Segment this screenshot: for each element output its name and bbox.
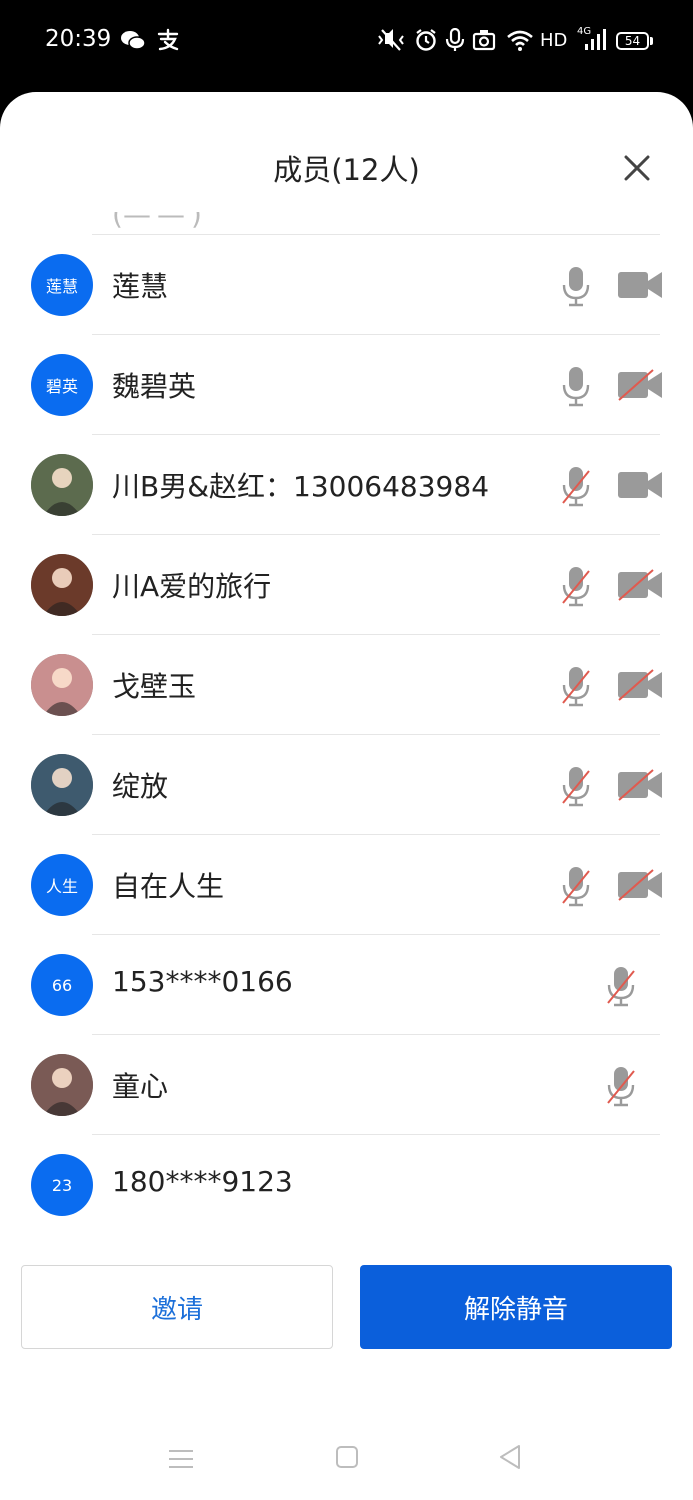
member-row[interactable]: 川B男&赵红：13006483984 [0,435,693,535]
menu-icon[interactable] [168,1448,194,1470]
avatar-initials: 66 [51,975,73,995]
alarm-icon [416,29,436,51]
back-icon[interactable] [497,1444,523,1470]
avatar [31,454,93,516]
mic-icon[interactable] [561,265,591,307]
sheet-title: 成员(12人) [273,153,420,187]
member-name: 莲慧 [112,270,169,303]
status-time: 20:39 [45,26,112,52]
mic-muted-icon[interactable] [561,665,591,707]
avatar-initials: 莲慧 [45,277,78,296]
camera-icon[interactable] [617,269,663,301]
camera-off-icon[interactable] [617,669,663,701]
network-label: HD [540,30,568,51]
camera-icon [472,30,496,51]
avatar [31,554,93,616]
alipay-icon [157,28,179,51]
close-icon [624,155,650,181]
avatar-initials: 人生 [45,877,78,896]
close-button[interactable] [616,147,658,189]
member-row[interactable]: 碧英 魏碧英 [0,335,693,435]
member-row[interactable]: 童心 [0,1035,693,1135]
member-name: 180****9123 [112,1165,293,1198]
member-row[interactable]: 23 180****9123 [0,1135,693,1232]
vibrate-icon [378,29,404,51]
member-list[interactable]: (——) 莲慧 莲慧碧英 魏碧英川B男&赵红：13006483984 川A爱的旅行 戈壁… [0,212,693,1232]
camera-icon[interactable] [617,469,663,501]
member-name: 绽放 [112,770,169,803]
system-nav-bar [0,1420,693,1500]
member-name: 川B男&赵红：13006483984 [112,470,490,503]
signal-icon [585,29,606,50]
status-bar: 20:39 HD 4G 54 [0,0,693,90]
mic-icon[interactable] [561,365,591,407]
member-name: 川A爱的旅行 [112,570,272,603]
member-row[interactable]: 戈壁玉 [0,635,693,735]
avatar [31,654,93,716]
unmute-button[interactable]: 解除静音 [360,1265,672,1349]
battery-icon: 54 [616,32,649,50]
member-row[interactable]: 川A爱的旅行 [0,535,693,635]
wechat-icon [121,31,146,50]
member-name: 153****0166 [112,965,293,998]
mic-muted-icon[interactable] [561,765,591,807]
wifi-icon [507,30,533,51]
mic-muted-icon[interactable] [561,565,591,607]
avatar: 66 [31,954,93,1016]
battery-tip [650,37,653,45]
member-row[interactable]: 人生 自在人生 [0,835,693,935]
mic-icon [445,28,465,51]
avatar [31,1054,93,1116]
mic-muted-icon[interactable] [606,1065,636,1107]
mic-muted-icon[interactable] [606,965,636,1007]
avatar: 23 [31,1154,93,1216]
members-sheet: 成员(12人) (——) 莲慧 莲慧碧英 魏碧英川B男&赵红：13006483984… [0,92,693,1500]
home-icon[interactable] [335,1445,359,1469]
partially-hidden-row: (——) [112,212,202,231]
avatar: 碧英 [31,354,93,416]
avatar: 人生 [31,854,93,916]
member-row[interactable]: 66 153****0166 [0,935,693,1035]
avatar [31,754,93,816]
avatar-initials: 23 [51,1175,73,1195]
avatar-initials: 碧英 [45,377,78,396]
camera-off-icon[interactable] [617,769,663,801]
camera-off-icon[interactable] [617,369,663,401]
avatar: 莲慧 [31,254,93,316]
mic-muted-icon[interactable] [561,865,591,907]
mic-muted-icon[interactable] [561,465,591,507]
member-row[interactable]: 绽放 [0,735,693,835]
member-name: 童心 [112,1070,169,1103]
invite-button[interactable]: 邀请 [21,1265,333,1349]
member-name: 戈壁玉 [112,670,197,703]
member-name: 自在人生 [112,870,225,903]
camera-off-icon[interactable] [617,569,663,601]
member-row[interactable]: 莲慧 莲慧 [0,235,693,335]
battery-level: 54 [624,34,641,48]
member-name: 魏碧英 [112,370,197,403]
camera-off-icon[interactable] [617,869,663,901]
